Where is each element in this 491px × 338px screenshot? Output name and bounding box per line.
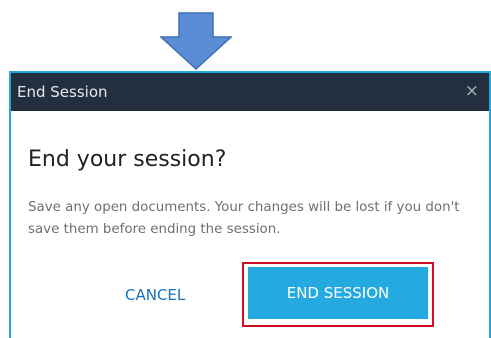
end-session-button[interactable]: END SESSION: [248, 267, 428, 319]
dialog-title: End Session: [17, 83, 108, 101]
dialog-heading: End your session?: [28, 147, 227, 172]
dialog-message: Save any open documents. Your changes wi…: [28, 200, 460, 237]
end-session-dialog: End Session × End your session? Save any…: [9, 71, 491, 338]
close-icon[interactable]: ×: [465, 82, 479, 100]
dialog-titlebar: End Session ×: [11, 71, 489, 111]
down-arrow-icon: [160, 12, 232, 70]
cancel-button[interactable]: CANCEL: [125, 286, 185, 304]
